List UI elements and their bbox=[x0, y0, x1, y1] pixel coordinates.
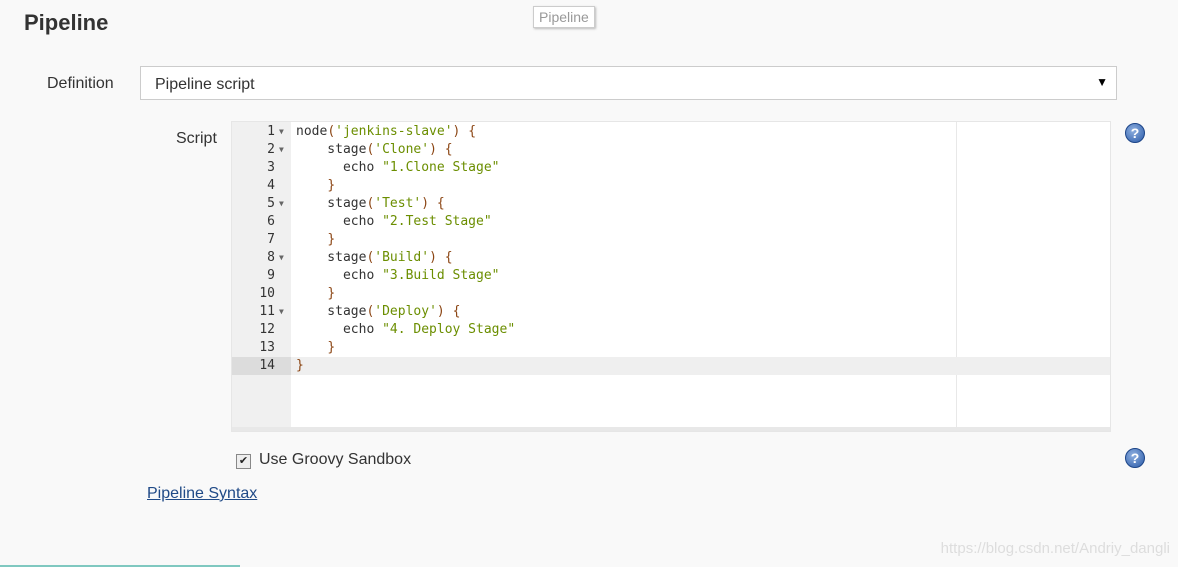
code-line[interactable]: 8 ▼ stage('Build') { bbox=[232, 249, 1110, 267]
code-text: stage('Build') { bbox=[296, 250, 453, 265]
code-line[interactable]: 4 } bbox=[232, 177, 1110, 195]
help-icon[interactable]: ? bbox=[1125, 123, 1145, 143]
definition-label: Definition bbox=[47, 75, 114, 92]
code-line[interactable]: 10 } bbox=[232, 285, 1110, 303]
line-number: 7 bbox=[267, 232, 275, 247]
code-line[interactable]: 9 echo "3.Build Stage" bbox=[232, 267, 1110, 285]
code-text: } bbox=[296, 358, 304, 373]
definition-select[interactable]: Pipeline script ▼ bbox=[140, 66, 1117, 100]
line-number: 6 bbox=[267, 214, 275, 229]
code-text: echo "2.Test Stage" bbox=[296, 214, 492, 229]
code-text: node('jenkins-slave') { bbox=[296, 124, 477, 139]
line-number: 3 bbox=[267, 160, 275, 175]
code-text: } bbox=[327, 178, 336, 193]
code-line[interactable]: 1 ▼ node('jenkins-slave') { bbox=[232, 123, 1110, 141]
code-text: } bbox=[327, 232, 336, 247]
line-number: 14 bbox=[232, 357, 291, 375]
line-number: 10 bbox=[259, 286, 275, 301]
code-line[interactable]: 12 echo "4. Deploy Stage" bbox=[232, 321, 1110, 339]
section-title: Pipeline bbox=[24, 10, 109, 35]
script-editor[interactable]: 1 ▼ node('jenkins-slave') {2 ▼ stage('Clone… bbox=[231, 121, 1111, 432]
code-text: echo "1.Clone Stage" bbox=[296, 160, 500, 175]
line-number: 12 bbox=[259, 322, 275, 337]
editor-scrollbar[interactable] bbox=[232, 427, 1110, 431]
pipeline-syntax-link[interactable]: Pipeline Syntax bbox=[147, 485, 257, 503]
code-line[interactable]: 7 } bbox=[232, 231, 1110, 249]
code-text: echo "3.Build Stage" bbox=[296, 268, 500, 283]
code-text: } bbox=[327, 286, 336, 301]
code-text: stage('Test') { bbox=[296, 196, 445, 211]
line-number: 9 bbox=[267, 268, 275, 283]
code-line[interactable]: 3 echo "1.Clone Stage" bbox=[232, 159, 1110, 177]
code-line[interactable]: 13 } bbox=[232, 339, 1110, 357]
code-line[interactable]: 14} bbox=[232, 357, 1110, 375]
code-line[interactable]: 5 ▼ stage('Test') { bbox=[232, 195, 1110, 213]
code-text: stage('Clone') { bbox=[296, 142, 453, 157]
script-label: Script bbox=[176, 130, 217, 147]
watermark: https://blog.csdn.net/Andriy_dangli bbox=[940, 540, 1170, 557]
dropdown-arrow-icon: ▼ bbox=[1096, 75, 1108, 89]
tooltip: Pipeline bbox=[533, 6, 595, 28]
fold-arrow-icon[interactable]: ▼ bbox=[279, 195, 284, 213]
fold-arrow-icon[interactable]: ▼ bbox=[279, 141, 284, 159]
code-line[interactable]: 11 ▼ stage('Deploy') { bbox=[232, 303, 1110, 321]
line-number: 13 bbox=[259, 340, 275, 355]
code-text: stage('Deploy') { bbox=[296, 304, 461, 319]
line-number: 4 bbox=[267, 178, 275, 193]
sandbox-checkbox[interactable]: ✔ bbox=[236, 454, 251, 469]
fold-arrow-icon[interactable]: ▼ bbox=[279, 249, 284, 267]
code-text: echo "4. Deploy Stage" bbox=[296, 322, 516, 337]
code-line[interactable]: 6 echo "2.Test Stage" bbox=[232, 213, 1110, 231]
fold-arrow-icon[interactable]: ▼ bbox=[279, 123, 284, 141]
code-line[interactable]: 2 ▼ stage('Clone') { bbox=[232, 141, 1110, 159]
help-icon[interactable]: ? bbox=[1125, 448, 1145, 468]
fold-arrow-icon[interactable]: ▼ bbox=[279, 303, 284, 321]
sandbox-label: Use Groovy Sandbox bbox=[259, 451, 412, 468]
definition-value: Pipeline script bbox=[155, 76, 255, 93]
code-text: } bbox=[327, 340, 336, 355]
